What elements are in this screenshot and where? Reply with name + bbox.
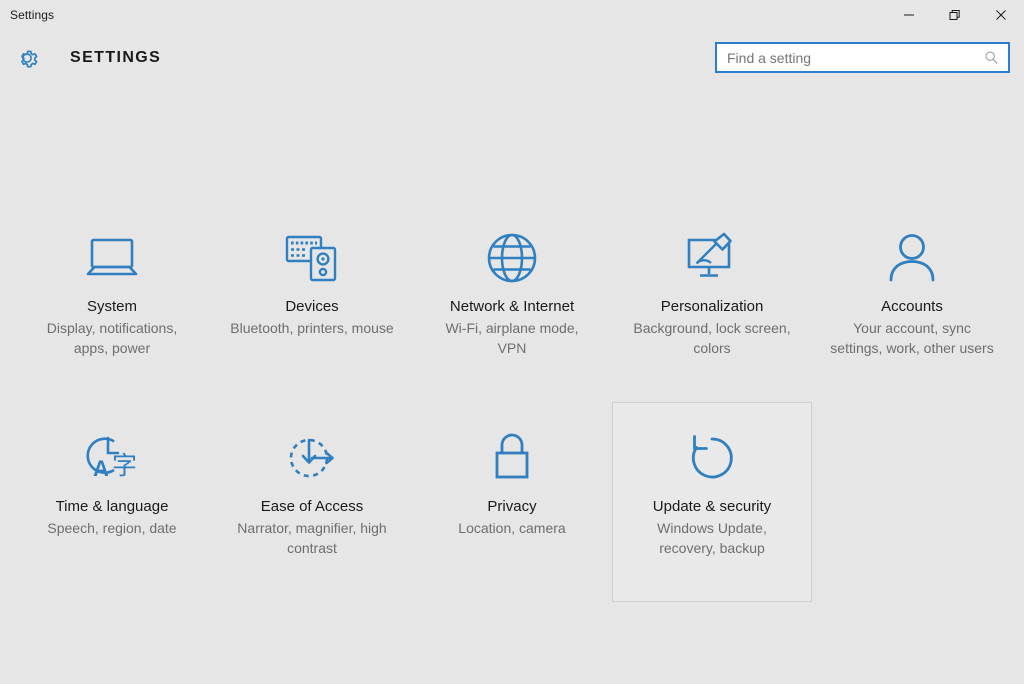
tile-privacy[interactable]: Privacy Location, camera (412, 402, 612, 602)
close-button[interactable] (978, 0, 1024, 29)
tile-title: Update & security (652, 498, 772, 515)
maximize-button[interactable] (932, 0, 978, 29)
tile-subtitle: Bluetooth, printers, mouse (230, 320, 394, 336)
svg-text:字: 字 (112, 451, 137, 480)
minimize-icon (904, 14, 914, 15)
page-title: SETTINGS (70, 49, 162, 66)
laptop-icon (83, 225, 141, 291)
tile-time-language[interactable]: A 字 Time & language Speech, region, date (12, 402, 212, 602)
refresh-circle-icon (685, 425, 739, 491)
tile-subtitle: Display, notifications, apps, power (46, 320, 178, 356)
tile-title: Ease of Access (260, 498, 364, 515)
keyboard-speaker-icon (283, 225, 341, 291)
tile-subtitle: Narrator, magnifier, high contrast (237, 520, 387, 556)
search-button[interactable] (978, 46, 1004, 70)
settings-tile-grid: System Display, notifications, apps, pow… (12, 202, 1012, 602)
tile-subtitle: Windows Update, recovery, backup (657, 520, 767, 556)
tile-accounts[interactable]: Accounts Your account, sync settings, wo… (812, 202, 1012, 402)
settings-content: System Display, notifications, apps, pow… (0, 87, 1024, 684)
search-input[interactable] (727, 44, 978, 71)
tile-title: Accounts (881, 298, 943, 315)
close-icon (996, 9, 1006, 20)
search-box[interactable] (715, 42, 1010, 73)
tile-network-internet[interactable]: Network & Internet Wi-Fi, airplane mode,… (412, 202, 612, 402)
title-bar-text: Settings (10, 7, 55, 22)
search-icon (984, 51, 998, 64)
settings-window: Settings SETTINGS Find a setting System … (0, 0, 1024, 684)
tile-subtitle: Wi-Fi, airplane mode, VPN (445, 320, 579, 356)
minimize-button[interactable] (886, 0, 932, 29)
restore-icon (949, 9, 960, 20)
tile-title: Network & Internet (449, 298, 575, 315)
padlock-icon (489, 425, 535, 491)
clock-language-icon: A 字 (83, 425, 141, 491)
monitor-brush-icon (683, 225, 741, 291)
tile-subtitle: Speech, region, date (47, 520, 177, 536)
gear-icon (12, 43, 42, 73)
tile-empty-slot (812, 402, 1012, 602)
accessibility-dial-icon (284, 425, 340, 491)
tile-personalization[interactable]: Personalization Background, lock screen,… (612, 202, 812, 402)
tile-subtitle: Your account, sync settings, work, other… (830, 320, 994, 356)
globe-icon (485, 225, 539, 291)
tile-subtitle: Location, camera (458, 520, 566, 536)
app-header: SETTINGS (0, 29, 1024, 87)
tile-subtitle: Background, lock screen, colors (633, 320, 791, 356)
tile-update-security[interactable]: Update & security Windows Update, recove… (612, 402, 812, 602)
tile-title: Time & language (55, 498, 169, 515)
svg-text:A: A (93, 456, 109, 481)
tile-system[interactable]: System Display, notifications, apps, pow… (12, 202, 212, 402)
tile-devices[interactable]: Devices Bluetooth, printers, mouse (212, 202, 412, 402)
tile-title: Personalization (660, 298, 764, 315)
title-bar: Settings (0, 0, 1024, 29)
window-controls (886, 0, 1024, 29)
person-icon (886, 225, 938, 291)
tile-title: System (86, 298, 137, 315)
tile-title: Devices (285, 298, 339, 315)
tile-ease-of-access[interactable]: Ease of Access Narrator, magnifier, high… (212, 402, 412, 602)
tile-title: Privacy (487, 498, 537, 515)
